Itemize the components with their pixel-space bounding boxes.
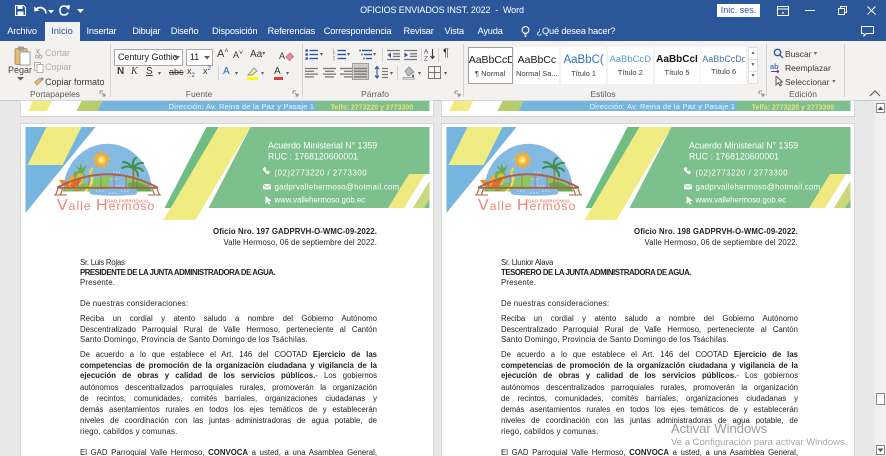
svg-text:(02)2773220 / 2773300: (02)2773220 / 2773300 [274,169,367,178]
svg-text:RUC : 1768120600001: RUC : 1768120600001 [689,152,779,162]
svg-text:Z: Z [424,56,428,62]
svg-text:A: A [424,49,429,56]
svg-text:ab: ab [770,62,779,71]
svg-text:gadprvallehermoso@hotmail.com: gadprvallehermoso@hotmail.com [695,183,820,192]
svg-text:Dirección: Av. Reina de la Paz: Dirección: Av. Reina de la Paz y Pasaje … [589,102,735,111]
svg-text:gadprvallehermoso@hotmail.com: gadprvallehermoso@hotmail.com [274,183,399,192]
svg-text:www.vallehermoso.gob.ec: www.vallehermoso.gob.ec [694,196,786,205]
svg-text:Telfs: 2773220 y 2773300: Telfs: 2773220 y 2773300 [751,105,833,112]
svg-text:Acuerdo Ministerial N° 1359: Acuerdo Ministerial N° 1359 [689,141,798,151]
svg-text:Valle Hermoso: Valle Hermoso [478,197,576,214]
svg-text:Acuerdo Ministerial N° 1359: Acuerdo Ministerial N° 1359 [268,141,377,151]
svg-text:www.vallehermoso.gob.ec: www.vallehermoso.gob.ec [273,196,365,205]
svg-text:3: 3 [333,57,335,62]
svg-text:Telfs: 2773220 y 2773300: Telfs: 2773220 y 2773300 [330,105,412,112]
svg-text:(02)2773220 / 2773300: (02)2773220 / 2773300 [695,169,788,178]
svg-text:A: A [279,51,285,61]
svg-text:Valle Hermoso: Valle Hermoso [57,197,155,214]
svg-text:Dirección: Av. Reina de la Paz: Dirección: Av. Reina de la Paz y Pasaje … [168,102,314,111]
svg-text:RUC : 1768120600001: RUC : 1768120600001 [268,152,358,162]
